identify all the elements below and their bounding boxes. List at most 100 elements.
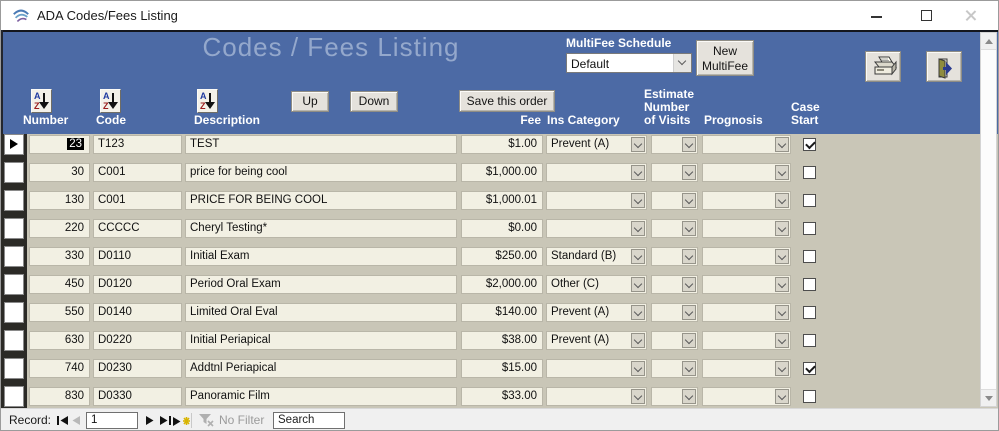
record-selector[interactable]: [4, 358, 24, 379]
fee-cell[interactable]: $2,000.00: [461, 275, 543, 294]
code-cell[interactable]: D0140: [93, 303, 182, 322]
fee-cell[interactable]: $33.00: [461, 387, 543, 406]
prognosis-cell[interactable]: [702, 163, 791, 182]
chevron-down-icon[interactable]: [682, 333, 696, 348]
scroll-down-button[interactable]: [981, 389, 996, 406]
print-button[interactable]: [865, 51, 901, 82]
maximize-button[interactable]: [909, 1, 943, 30]
ins-category-cell[interactable]: [546, 387, 647, 406]
chevron-down-icon[interactable]: [682, 137, 696, 152]
chevron-down-icon[interactable]: [775, 193, 789, 208]
record-selector[interactable]: [4, 246, 24, 267]
number-cell[interactable]: 220: [29, 219, 90, 238]
chevron-down-icon[interactable]: [775, 137, 789, 152]
chevron-down-icon[interactable]: [775, 165, 789, 180]
fee-cell[interactable]: $140.00: [461, 303, 543, 322]
visits-cell[interactable]: [651, 275, 698, 294]
case-start-checkbox[interactable]: [803, 194, 816, 207]
close-button[interactable]: [953, 1, 987, 30]
ins-category-cell[interactable]: Other (C): [546, 275, 647, 294]
chevron-down-icon[interactable]: [631, 305, 645, 320]
description-cell[interactable]: Limited Oral Eval: [185, 303, 457, 322]
ins-category-cell[interactable]: Prevent (A): [546, 303, 647, 322]
visits-cell[interactable]: [651, 163, 698, 182]
ins-category-cell[interactable]: Prevent (A): [546, 135, 647, 154]
visits-cell[interactable]: [651, 247, 698, 266]
chevron-down-icon[interactable]: [682, 249, 696, 264]
chevron-down-icon[interactable]: [775, 221, 789, 236]
number-cell[interactable]: 30: [29, 163, 90, 182]
prognosis-cell[interactable]: [702, 135, 791, 154]
new-record-button[interactable]: [171, 412, 191, 429]
prognosis-cell[interactable]: [702, 359, 791, 378]
description-cell[interactable]: Period Oral Exam: [185, 275, 457, 294]
code-cell[interactable]: D0120: [93, 275, 182, 294]
number-cell[interactable]: 330: [29, 247, 90, 266]
code-cell[interactable]: C001: [93, 163, 182, 182]
ins-category-cell[interactable]: [546, 191, 647, 210]
search-input[interactable]: Search: [273, 412, 345, 429]
number-cell[interactable]: 130: [29, 191, 90, 210]
first-record-button[interactable]: [56, 412, 72, 429]
chevron-down-icon[interactable]: [682, 277, 696, 292]
chevron-down-icon[interactable]: [775, 361, 789, 376]
chevron-down-icon[interactable]: [682, 221, 696, 236]
chevron-down-icon[interactable]: [682, 389, 696, 404]
ins-category-cell[interactable]: Standard (B): [546, 247, 647, 266]
visits-cell[interactable]: [651, 359, 698, 378]
new-multifee-button[interactable]: New MultiFee: [696, 40, 754, 76]
previous-record-button[interactable]: [71, 412, 87, 429]
chevron-down-icon[interactable]: [631, 333, 645, 348]
description-cell[interactable]: Cheryl Testing*: [185, 219, 457, 238]
case-start-checkbox[interactable]: [803, 306, 816, 319]
fee-cell[interactable]: $0.00: [461, 219, 543, 238]
case-start-checkbox[interactable]: [803, 250, 816, 263]
ins-category-cell[interactable]: [546, 219, 647, 238]
prognosis-cell[interactable]: [702, 275, 791, 294]
record-selector[interactable]: [4, 274, 24, 295]
code-cell[interactable]: D0330: [93, 387, 182, 406]
scroll-up-button[interactable]: [981, 33, 996, 50]
description-cell[interactable]: Initial Periapical: [185, 331, 457, 350]
chevron-down-icon[interactable]: [631, 249, 645, 264]
number-cell[interactable]: 23: [29, 135, 90, 154]
chevron-down-icon[interactable]: [631, 221, 645, 236]
record-selector[interactable]: [4, 190, 24, 211]
visits-cell[interactable]: [651, 191, 698, 210]
case-start-checkbox[interactable]: [803, 362, 816, 375]
case-start-checkbox[interactable]: [803, 166, 816, 179]
sort-description-button[interactable]: A Z: [197, 89, 218, 113]
record-selector[interactable]: [4, 386, 24, 407]
description-cell[interactable]: Addtnl Periapical: [185, 359, 457, 378]
description-cell[interactable]: TEST: [185, 135, 457, 154]
chevron-down-icon[interactable]: [775, 305, 789, 320]
chevron-down-icon[interactable]: [673, 54, 691, 72]
chevron-down-icon[interactable]: [631, 193, 645, 208]
prognosis-cell[interactable]: [702, 303, 791, 322]
number-cell[interactable]: 740: [29, 359, 90, 378]
visits-cell[interactable]: [651, 331, 698, 350]
number-cell[interactable]: 550: [29, 303, 90, 322]
minimize-button[interactable]: [859, 1, 893, 30]
prognosis-cell[interactable]: [702, 219, 791, 238]
code-cell[interactable]: D0230: [93, 359, 182, 378]
chevron-down-icon[interactable]: [631, 137, 645, 152]
exit-button[interactable]: [926, 51, 962, 82]
fee-cell[interactable]: $15.00: [461, 359, 543, 378]
case-start-checkbox[interactable]: [803, 334, 816, 347]
multifee-schedule-combo[interactable]: Default: [566, 53, 692, 73]
record-selector[interactable]: [4, 218, 24, 239]
sort-code-button[interactable]: A Z: [100, 89, 121, 113]
prognosis-cell[interactable]: [702, 191, 791, 210]
code-cell[interactable]: D0110: [93, 247, 182, 266]
up-button[interactable]: Up: [291, 91, 329, 112]
chevron-down-icon[interactable]: [775, 249, 789, 264]
chevron-down-icon[interactable]: [631, 277, 645, 292]
code-cell[interactable]: T123: [93, 135, 182, 154]
chevron-down-icon[interactable]: [631, 165, 645, 180]
number-cell[interactable]: 450: [29, 275, 90, 294]
case-start-checkbox[interactable]: [803, 222, 816, 235]
code-cell[interactable]: D0220: [93, 331, 182, 350]
description-cell[interactable]: price for being cool: [185, 163, 457, 182]
record-selector[interactable]: [4, 162, 24, 183]
